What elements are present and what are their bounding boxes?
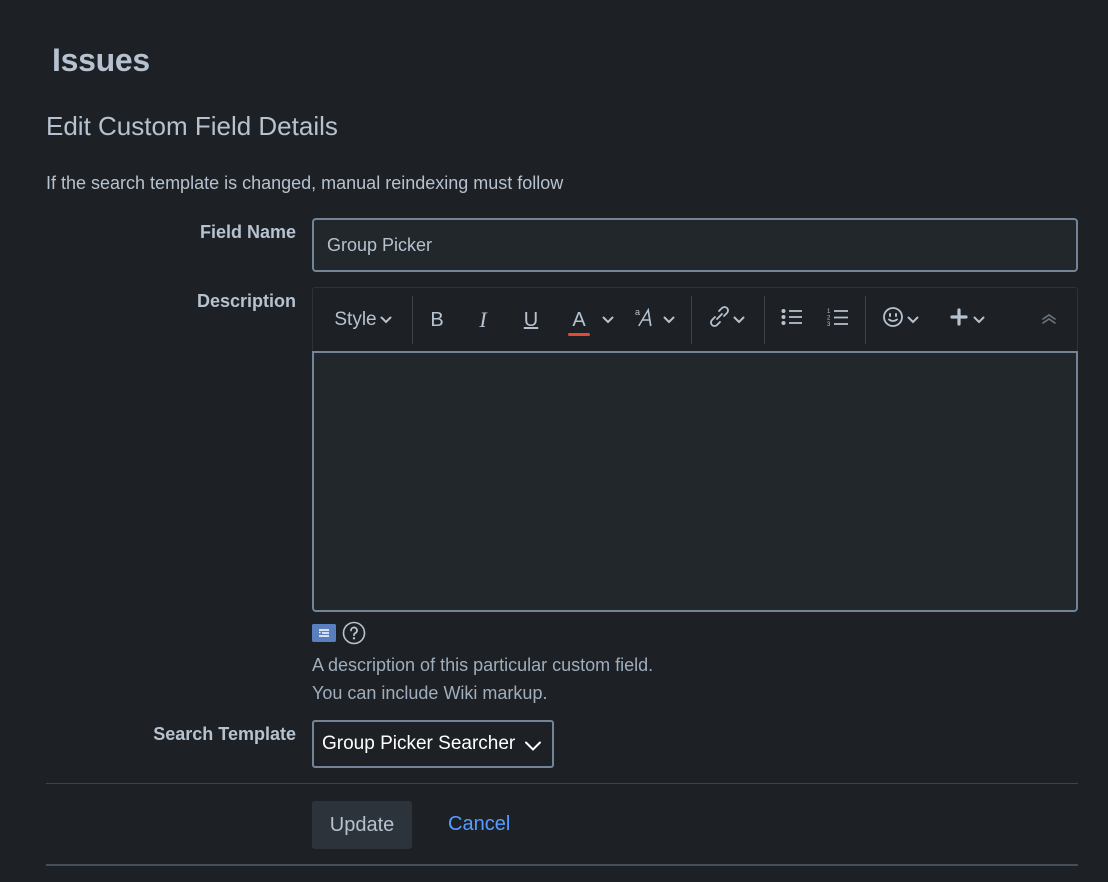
style-dropdown[interactable]: Style: [329, 288, 397, 352]
numbered-list-icon: 1 2 3: [827, 307, 849, 333]
text-color-button[interactable]: A: [563, 288, 617, 352]
search-template-value: Group Picker Searcher: [322, 733, 516, 754]
underline-icon: U: [523, 308, 539, 331]
toolbar-separator: [412, 296, 413, 344]
text-effects-icon: a: [634, 306, 662, 334]
emoji-icon: [882, 306, 904, 334]
bullet-list-button[interactable]: [779, 288, 805, 352]
chevron-down-icon: [602, 316, 614, 324]
reindex-notice: If the search template is changed, manua…: [46, 173, 564, 193]
text-effects-button[interactable]: a: [631, 288, 677, 352]
chevron-down-icon: [907, 316, 919, 324]
search-template-select[interactable]: Group Picker Searcher: [312, 720, 554, 768]
help-icon[interactable]: [342, 621, 366, 645]
bold-icon: B: [430, 308, 444, 331]
chevron-down-icon: [663, 316, 675, 324]
editor-toolbar: Style B I U A a 1 2 3: [312, 287, 1078, 351]
section-title: Edit Custom Field Details: [46, 111, 338, 141]
page-title: Issues: [52, 42, 150, 78]
svg-text:a: a: [635, 307, 640, 317]
footer-divider: [46, 864, 1078, 866]
update-button[interactable]: Update: [312, 801, 412, 849]
form-divider: [46, 783, 1078, 784]
insert-more-button[interactable]: [945, 288, 989, 352]
svg-text:3: 3: [827, 322, 831, 327]
chevron-down-icon: [524, 736, 542, 758]
field-name-input[interactable]: [312, 218, 1078, 272]
numbered-list-button[interactable]: 1 2 3: [825, 288, 851, 352]
underline-button[interactable]: U: [519, 288, 543, 352]
search-template-label: Search Template: [153, 724, 296, 744]
cancel-link[interactable]: Cancel: [448, 813, 510, 836]
description-help-line: A description of this particular custom …: [312, 655, 654, 675]
text-color-swatch: [568, 332, 590, 336]
italic-icon: I: [479, 307, 487, 332]
description-help-text: A description of this particular custom …: [312, 651, 653, 707]
description-editor: Style B I U A a 1 2 3: [312, 287, 1078, 612]
text-color-letter: A: [572, 308, 586, 331]
toolbar-separator: [691, 296, 692, 344]
description-label: Description: [196, 291, 296, 311]
italic-button[interactable]: I: [471, 288, 495, 352]
chevron-down-icon: [973, 316, 985, 324]
editor-help-icons: [312, 621, 366, 645]
link-icon: [707, 306, 731, 334]
toolbar-separator: [764, 296, 765, 344]
bullet-list-icon: [781, 308, 803, 332]
text-color-icon: A: [566, 308, 592, 336]
chevron-down-icon: [380, 316, 392, 324]
plus-icon: [949, 308, 968, 332]
description-help-line: You can include Wiki markup.: [312, 683, 548, 703]
svg-text:1: 1: [827, 309, 831, 315]
style-label: Style: [334, 309, 377, 330]
collapse-toolbar-button[interactable]: [1035, 288, 1063, 352]
toolbar-separator: [865, 296, 866, 344]
wiki-markup-icon[interactable]: [312, 624, 336, 642]
field-name-label: Field Name: [199, 222, 296, 242]
description-textarea[interactable]: [312, 351, 1078, 612]
chevron-down-icon: [733, 316, 745, 324]
emoji-button[interactable]: [877, 288, 923, 352]
bold-button[interactable]: B: [425, 288, 449, 352]
collapse-icon: [1041, 309, 1057, 331]
svg-text:2: 2: [827, 316, 831, 322]
link-button[interactable]: [703, 288, 749, 352]
